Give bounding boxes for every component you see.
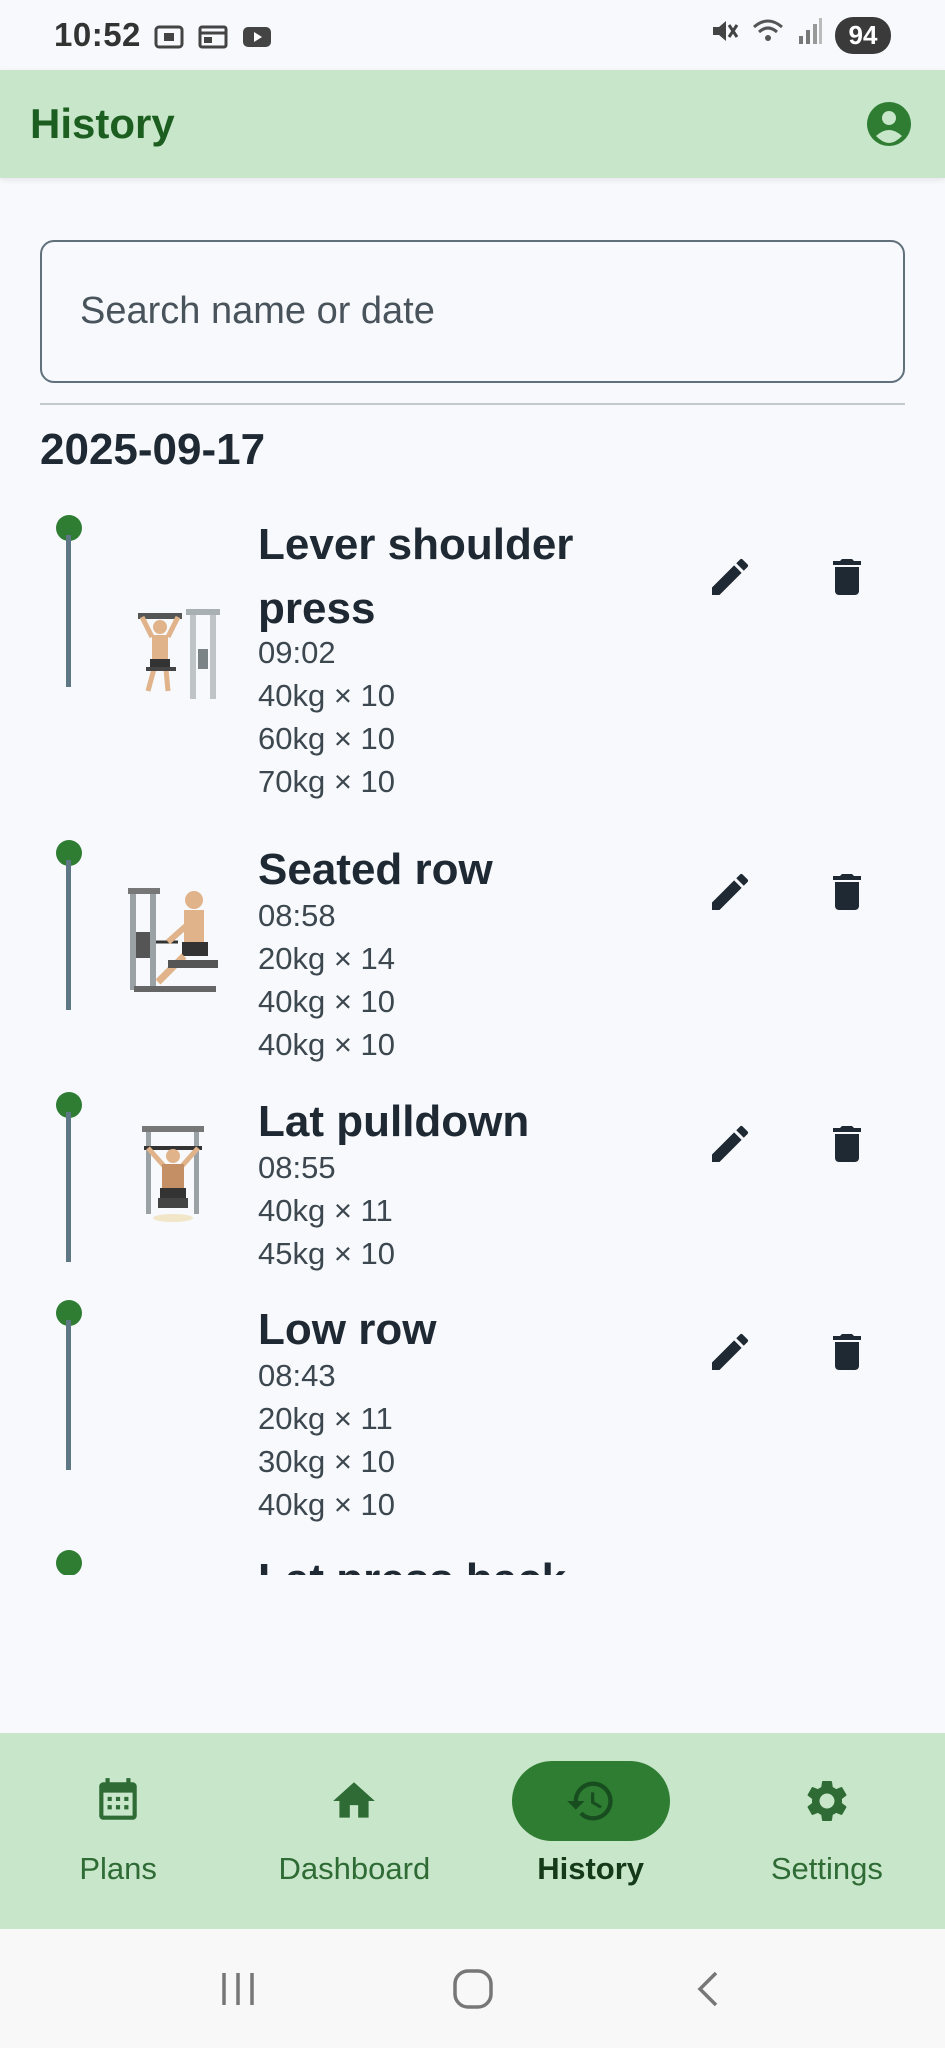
- youtube-icon: [241, 21, 273, 49]
- set-line: 70kg × 10: [258, 764, 396, 799]
- exercise-name: Lat pulldown: [258, 1097, 530, 1146]
- wifi-icon: [751, 16, 785, 54]
- edit-button[interactable]: [700, 862, 760, 922]
- divider: [40, 403, 905, 405]
- exercise-time: 09:02: [258, 635, 336, 670]
- nav-icon-container: [275, 1761, 433, 1841]
- nav-dashboard[interactable]: Dashboard: [236, 1733, 472, 1929]
- set-line: 40kg × 10: [258, 984, 396, 1019]
- set-line: 40kg × 10: [258, 678, 396, 713]
- pencil-icon: [712, 558, 749, 595]
- timeline-line: [66, 1320, 71, 1470]
- bottom-navigation: Plans Dashboard History Settings: [0, 1733, 945, 1929]
- delete-button[interactable]: [817, 1114, 877, 1174]
- exercise-image: [128, 886, 220, 1001]
- exercise-name: Lat press back: [258, 1548, 588, 1575]
- set-line: 45kg × 10: [258, 1236, 396, 1271]
- nav-settings[interactable]: Settings: [709, 1733, 945, 1929]
- gear-icon: [807, 1781, 847, 1821]
- history-list[interactable]: Lever shoulder press 09:02 40kg × 10 60k…: [0, 505, 945, 1575]
- back-button[interactable]: [678, 1959, 738, 2019]
- delete-button[interactable]: [817, 1322, 877, 1382]
- set-line: 30kg × 10: [258, 1444, 396, 1479]
- status-bar: 10:52 94: [0, 0, 945, 70]
- nav-label: Settings: [770, 1851, 883, 1886]
- pencil-icon: [712, 1333, 749, 1370]
- account-button[interactable]: [863, 98, 915, 150]
- exercise-time: 08:43: [258, 1358, 336, 1393]
- nav-label: History: [537, 1851, 645, 1886]
- system-navigation-bar: [0, 1929, 945, 2048]
- history-entry: Lever shoulder press 09:02 40kg × 10 60k…: [0, 505, 945, 805]
- history-icon: [566, 1781, 613, 1821]
- date-header: 2025-09-17: [40, 425, 266, 474]
- screenshot-icon: [153, 21, 185, 49]
- back-chevron-icon: [697, 1971, 717, 2006]
- nav-history[interactable]: History: [473, 1733, 709, 1929]
- nav-plans[interactable]: Plans: [0, 1733, 236, 1929]
- set-line: 40kg × 10: [258, 1027, 396, 1062]
- recent-apps-icon: [221, 1972, 254, 2005]
- calendar-icon: [99, 1778, 137, 1820]
- timeline-dot: [56, 1550, 82, 1575]
- delete-button[interactable]: [817, 547, 877, 607]
- nav-icon-container: [511, 1761, 670, 1841]
- set-line: 20kg × 14: [258, 941, 396, 976]
- exercise-image: [128, 605, 228, 710]
- home-button[interactable]: [443, 1959, 503, 2019]
- trash-icon: [833, 1126, 861, 1162]
- set-line: 20kg × 11: [258, 1401, 393, 1436]
- status-time: 10:52: [54, 16, 141, 53]
- nav-icon-container: [39, 1761, 197, 1841]
- exercise-image: [138, 1124, 208, 1229]
- edit-button[interactable]: [700, 547, 760, 607]
- exercise-time: 08:55: [258, 1150, 336, 1185]
- history-entry: Lat pulldown 08:55 40kg × 11 45kg × 10: [0, 1082, 945, 1282]
- timeline-line: [66, 1112, 71, 1262]
- search-field[interactable]: [40, 240, 905, 383]
- trash-icon: [833, 559, 861, 595]
- timeline-line: [66, 860, 71, 1010]
- search-input[interactable]: [80, 290, 865, 333]
- home-icon: [333, 1782, 376, 1818]
- calendar-card-icon: [197, 21, 229, 49]
- nav-label: Plans: [79, 1851, 157, 1886]
- pencil-icon: [712, 873, 749, 910]
- history-entry: Seated row 08:58 20kg × 14 40kg × 10 40k…: [0, 830, 945, 1062]
- edit-button[interactable]: [700, 1322, 760, 1382]
- set-line: 40kg × 10: [258, 1487, 396, 1522]
- exercise-name: Seated row: [258, 845, 493, 894]
- trash-icon: [833, 1334, 861, 1370]
- signal-icon: [797, 16, 823, 54]
- exercise-time: 08:58: [258, 898, 336, 933]
- delete-button[interactable]: [817, 862, 877, 922]
- nav-label: Dashboard: [278, 1851, 431, 1886]
- nav-icon-container: [748, 1761, 906, 1841]
- timeline-line: [66, 535, 71, 687]
- set-line: 40kg × 11: [258, 1193, 393, 1228]
- exercise-name: Low row: [258, 1305, 437, 1354]
- home-circle-icon: [452, 1968, 493, 2009]
- history-entry: Low row 08:43 20kg × 11 30kg × 10 40kg ×…: [0, 1290, 945, 1522]
- recent-apps-button[interactable]: [208, 1959, 268, 2019]
- edit-button[interactable]: [700, 1114, 760, 1174]
- exercise-name: Lever shoulder press: [258, 520, 574, 633]
- mute-icon: [709, 16, 739, 54]
- history-entry: Lat press back: [0, 1540, 945, 1575]
- account-circle-icon: [867, 102, 911, 146]
- set-line: 60kg × 10: [258, 721, 396, 756]
- app-bar: History: [0, 70, 945, 178]
- battery-indicator: 94: [835, 16, 891, 54]
- pencil-icon: [712, 1125, 749, 1162]
- page-title: History: [30, 100, 175, 147]
- trash-icon: [833, 874, 861, 910]
